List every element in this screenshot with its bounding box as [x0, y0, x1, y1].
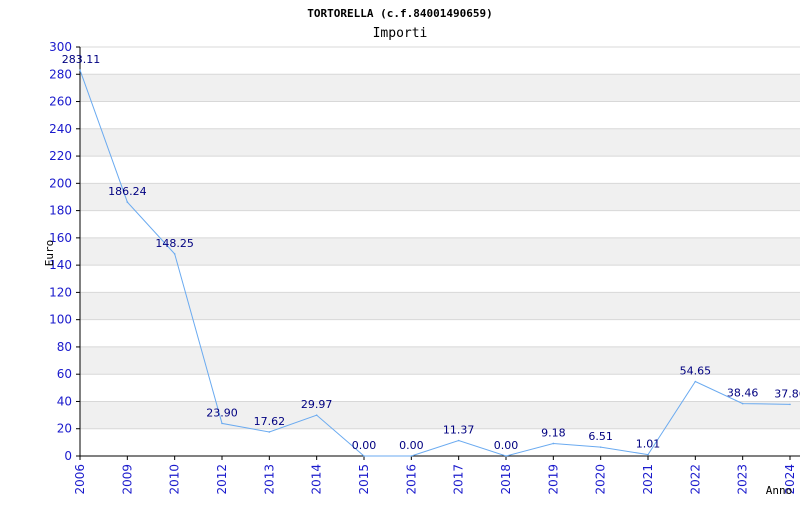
- x-tick-label: 2015: [357, 464, 371, 495]
- y-tick-label: 120: [49, 285, 72, 299]
- data-label: 17.62: [254, 415, 286, 428]
- y-tick-label: 260: [49, 95, 72, 109]
- data-label: 1.01: [636, 438, 661, 451]
- line-chart: TORTORELLA (c.f.84001490659) Importi 020…: [43, 7, 800, 497]
- chart-title: TORTORELLA (c.f.84001490659): [307, 7, 492, 20]
- x-tick-label: 2009: [120, 464, 134, 495]
- data-point: [315, 414, 318, 416]
- x-tick-label: 2014: [310, 464, 324, 495]
- x-tick-label: 2016: [404, 464, 418, 495]
- grid-band: [80, 128, 800, 157]
- x-tick-label: 2017: [452, 464, 466, 495]
- data-point: [741, 402, 744, 405]
- data-point: [457, 439, 460, 442]
- x-tick-label: 2019: [546, 464, 560, 495]
- data-label: 54.65: [680, 364, 712, 377]
- data-point: [505, 455, 507, 457]
- data-label: 0.00: [352, 439, 377, 452]
- data-point: [647, 453, 649, 456]
- y-tick-label: 60: [57, 367, 72, 381]
- x-tick-label: 2020: [594, 464, 608, 495]
- x-tick-label: 2010: [168, 464, 182, 495]
- chart-subtitle: Importi: [373, 26, 428, 41]
- data-point: [126, 201, 129, 203]
- x-tick-label: 2013: [262, 464, 276, 495]
- data-label: 148.25: [155, 237, 194, 250]
- data-label: 0.00: [494, 439, 519, 452]
- data-point: [363, 455, 365, 457]
- y-tick-label: 20: [57, 422, 72, 436]
- x-tick-label: 2006: [73, 464, 87, 495]
- data-point: [599, 446, 602, 448]
- y-tick-label: 280: [49, 67, 72, 81]
- data-point: [173, 253, 176, 255]
- x-tick-label: 2023: [736, 464, 750, 495]
- x-tick-label: 2022: [688, 464, 702, 495]
- grid-band: [80, 401, 800, 429]
- y-tick-label: 0: [64, 449, 72, 463]
- data-label: 283.11: [62, 53, 101, 66]
- data-point: [789, 403, 791, 406]
- chart-container: TORTORELLA (c.f.84001490659) Importi 0 20…: [0, 0, 800, 500]
- x-axis: 2006 2009 2010 2012 2013 2014 2015 2016 2017 2018…: [73, 455, 800, 495]
- grid-band: [80, 183, 800, 211]
- y-tick-label: 100: [49, 313, 72, 327]
- x-tick-label: 2021: [641, 464, 655, 495]
- y-tick-label: 80: [57, 340, 72, 354]
- y-tick-label: 220: [49, 149, 72, 163]
- data-point: [694, 380, 697, 383]
- data-point: [410, 455, 413, 457]
- x-tick-label: 2012: [215, 464, 229, 495]
- data-label: 37.86: [774, 387, 800, 400]
- y-tick-label: 180: [49, 204, 72, 218]
- y-axis-label: Euro: [43, 240, 56, 267]
- grid-band: [80, 292, 800, 320]
- y-tick-label: 40: [57, 394, 72, 408]
- grid-band: [80, 74, 800, 102]
- data-label: 29.97: [301, 398, 333, 411]
- y-tick-label: 300: [49, 40, 72, 54]
- data-point: [268, 431, 271, 433]
- data-point: [79, 69, 81, 71]
- data-label: 186.24: [108, 185, 147, 198]
- data-point: [552, 442, 555, 445]
- data-label: 6.51: [588, 430, 613, 443]
- x-axis-label: Anno: [766, 484, 793, 497]
- x-tick-label: 2018: [499, 464, 513, 495]
- y-tick-label: 200: [49, 176, 72, 190]
- data-label: 9.18: [541, 426, 566, 439]
- y-tick-label: 240: [49, 122, 72, 136]
- data-label: 0.00: [399, 439, 424, 452]
- data-point: [221, 422, 223, 425]
- data-label: 23.90: [206, 406, 238, 419]
- data-label: 38.46: [727, 387, 759, 400]
- data-label: 11.37: [443, 423, 475, 436]
